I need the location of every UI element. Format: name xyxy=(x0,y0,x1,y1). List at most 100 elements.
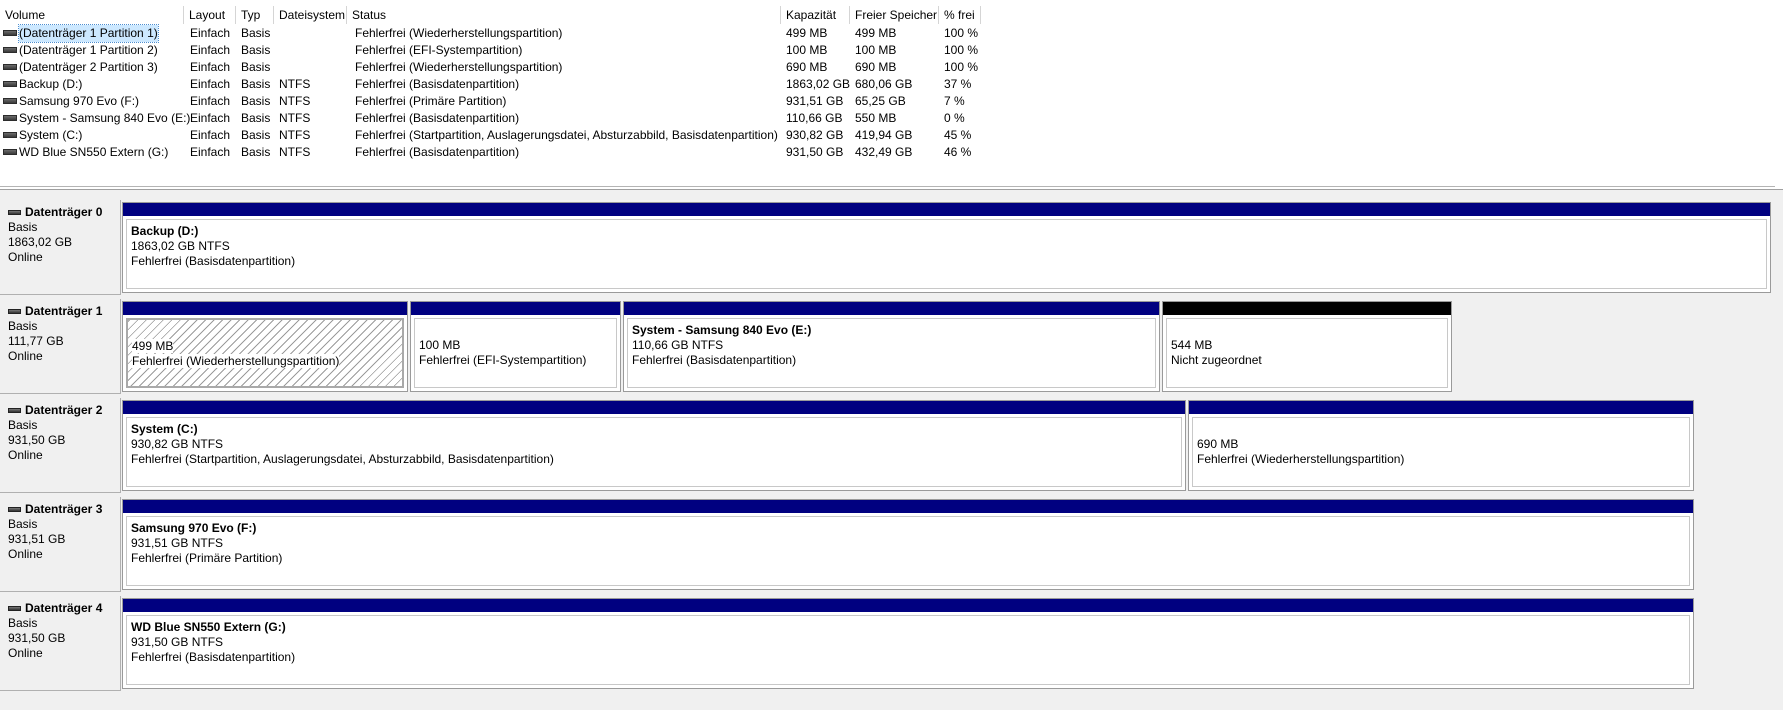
disk-state: Online xyxy=(8,349,43,363)
partition-status-text: Fehlerfrei (Basisdatenpartition) xyxy=(632,353,797,367)
cell-status: Fehlerfrei (Wiederherstellungspartition) xyxy=(355,26,563,40)
partition-size: 1863,02 GB NTFS xyxy=(131,239,1766,254)
partition-content: Samsung 970 Evo (F:) 931,51 GB NTFS Fehler… xyxy=(126,516,1690,586)
disk-label[interactable]: Datenträger 3 Basis 931,51 GB Online xyxy=(0,497,121,592)
column-header-dateisystem[interactable]: Dateisystem xyxy=(274,6,347,24)
disk-name: Datenträger 0 xyxy=(8,205,120,220)
partition-block[interactable]: Backup (D:) 1863,02 GB NTFS Fehlerfrei (Ba… xyxy=(122,202,1771,293)
disk-state: Online xyxy=(8,547,43,561)
disk-drive-icon xyxy=(8,507,21,512)
disk-drive-icon xyxy=(8,210,21,215)
partition-content: 544 MB Nicht zugeordnet xyxy=(1166,318,1448,388)
cell-frei: 550 MB xyxy=(855,111,897,125)
partition-block[interactable]: Samsung 970 Evo (F:) 931,51 GB NTFS Fehler… xyxy=(122,499,1694,590)
cell-layout: Einfach xyxy=(190,94,231,108)
cell-typ: Basis xyxy=(241,43,271,57)
volume-list[interactable]: Volume Layout Typ Dateisystem Status Kap… xyxy=(0,0,1783,190)
cell-typ: Basis xyxy=(241,145,271,159)
partition-name: System - Samsung 840 Evo (E:) xyxy=(632,323,812,337)
disk-type: Basis xyxy=(8,616,38,630)
disk-row: Datenträger 4 Basis 931,50 GB Online WD Blue… xyxy=(0,596,1783,691)
partition-block[interactable]: 100 MB Fehlerfrei (EFI-Systempartition) xyxy=(410,301,621,392)
disk-name-text: Datenträger 3 xyxy=(25,502,103,516)
volume-row[interactable]: (Datenträger 2 Partition 3) Einfach Basis F… xyxy=(0,59,1000,76)
disk-state: Online xyxy=(8,250,43,264)
cell-kapazitaet: 1863,02 GB xyxy=(786,77,851,91)
volume-row[interactable]: WD Blue SN550 Extern (G:) Einfach Basis NTF… xyxy=(0,144,1000,161)
column-header-freier-speicher[interactable]: Freier Speicher xyxy=(850,6,939,24)
cell-kapazitaet: 690 MB xyxy=(786,60,828,74)
disk-row: Datenträger 1 Basis 111,77 GB Online 499 MB F… xyxy=(0,299,1783,394)
cell-kapazitaet: 110,66 GB xyxy=(786,111,843,125)
cell-volume: WD Blue SN550 Extern (G:) xyxy=(19,145,169,159)
cell-kapazitaet: 931,51 GB xyxy=(786,94,844,108)
cell-volume: (Datenträger 1 Partition 2) xyxy=(19,43,158,57)
disk-drive-icon xyxy=(8,606,21,611)
partition-block[interactable]: 544 MB Nicht zugeordnet xyxy=(1162,301,1452,392)
partition-status: Fehlerfrei (Basisdatenpartition) xyxy=(131,254,1766,269)
disk-size: 111,77 GB xyxy=(8,334,64,348)
cell-kapazitaet: 100 MB xyxy=(786,43,828,57)
volume-row[interactable]: System - Samsung 840 Evo (E:) Einfach Basi… xyxy=(0,110,1000,127)
partition-name: System (C:) xyxy=(131,422,198,436)
cell-typ: Basis xyxy=(241,60,271,74)
disk-label[interactable]: Datenträger 1 Basis 111,77 GB Online xyxy=(0,299,121,394)
partition-size-text: 544 MB xyxy=(1171,338,1213,352)
cell-layout: Einfach xyxy=(190,26,231,40)
partition-size: 930,82 GB NTFS xyxy=(131,437,1181,452)
column-header-kapazitaet[interactable]: Kapazität xyxy=(781,6,850,24)
column-header-prozent-frei[interactable]: % frei xyxy=(939,6,981,24)
partition-name: WD Blue SN550 Extern (G:) xyxy=(131,620,286,634)
disk-label[interactable]: Datenträger 4 Basis 931,50 GB Online xyxy=(0,596,121,691)
list-divider xyxy=(0,186,1775,187)
column-header-typ[interactable]: Typ xyxy=(236,6,274,24)
partition-status: Fehlerfrei (Primäre Partition) xyxy=(131,551,1689,566)
disk-label[interactable]: Datenträger 2 Basis 931,50 GB Online xyxy=(0,398,121,493)
partition-content: Backup (D:) 1863,02 GB NTFS Fehlerfrei (Ba… xyxy=(126,219,1767,289)
cell-prozent: 0 % xyxy=(944,111,965,125)
volume-drive-icon xyxy=(3,47,17,53)
partition-block[interactable]: WD Blue SN550 Extern (G:) 931,50 GB NTFS F… xyxy=(122,598,1694,689)
partition-status: Fehlerfrei (Wiederherstellungspartition) xyxy=(132,354,402,369)
volume-row[interactable]: (Datenträger 1 Partition 1) Einfach Basis F… xyxy=(0,24,1000,43)
disk-row: Datenträger 3 Basis 931,51 GB Online Samsung… xyxy=(0,497,1783,592)
partition-block[interactable]: 499 MB Fehlerfrei (Wiederherstellungspart… xyxy=(122,301,408,392)
cell-volume: Samsung 970 Evo (F:) xyxy=(19,94,140,108)
volume-row[interactable]: System (C:) Einfach Basis NTFS Fehlerfrei (S… xyxy=(0,127,1000,144)
partition-band xyxy=(411,302,620,315)
partition-status-text: Fehlerfrei (Startpartition, Auslagerungs… xyxy=(131,452,554,466)
partition-block[interactable]: System - Samsung 840 Evo (E:) 110,66 GB N… xyxy=(623,301,1160,392)
disk-name: Datenträger 1 xyxy=(8,304,120,319)
column-header-volume[interactable]: Volume xyxy=(0,6,184,24)
volume-drive-icon xyxy=(3,30,17,36)
column-header-status[interactable]: Status xyxy=(347,6,781,24)
partition-name-empty xyxy=(132,324,402,339)
volume-row[interactable]: (Datenträger 1 Partition 2) Einfach Basis F… xyxy=(0,42,1000,59)
partition-band xyxy=(123,401,1185,414)
partition-block[interactable]: System (C:) 930,82 GB NTFS Fehlerfrei (Sta… xyxy=(122,400,1186,491)
partition-block[interactable]: 690 MB Fehlerfrei (Wiederherstellungspart… xyxy=(1188,400,1694,491)
column-header-layout[interactable]: Layout xyxy=(184,6,236,24)
cell-volume: (Datenträger 2 Partition 3) xyxy=(19,60,158,74)
cell-typ: Basis xyxy=(241,94,271,108)
cell-volume: (Datenträger 1 Partition 1) xyxy=(18,24,159,43)
partition-band xyxy=(1163,302,1451,315)
cell-kapazitaet: 931,50 GB xyxy=(786,145,844,159)
partition-status: Fehlerfrei (Basisdatenpartition) xyxy=(632,353,1155,368)
cell-frei: 690 MB xyxy=(855,60,897,74)
partition-size-text: 1863,02 GB NTFS xyxy=(131,239,230,253)
cell-prozent: 45 % xyxy=(944,128,972,142)
cell-prozent: 100 % xyxy=(944,43,979,57)
volume-drive-icon xyxy=(3,81,17,87)
partition-status-text: Nicht zugeordnet xyxy=(1171,353,1262,367)
volume-row[interactable]: Backup (D:) Einfach Basis NTFS Fehlerfrei (B… xyxy=(0,76,1000,93)
cell-status: Fehlerfrei (Wiederherstellungspartition) xyxy=(355,60,563,74)
cell-prozent: 100 % xyxy=(944,26,979,40)
partition-status: Fehlerfrei (Basisdatenpartition) xyxy=(131,650,1689,665)
disk-name-text: Datenträger 2 xyxy=(25,403,103,417)
volume-row[interactable]: Samsung 970 Evo (F:) Einfach Basis NTFS Fehl… xyxy=(0,93,1000,110)
disk-size: 931,50 GB xyxy=(8,631,66,645)
volume-drive-icon xyxy=(3,149,17,155)
disk-label[interactable]: Datenträger 0 Basis 1863,02 GB Online xyxy=(0,200,121,295)
disk-type: Basis xyxy=(8,517,38,531)
